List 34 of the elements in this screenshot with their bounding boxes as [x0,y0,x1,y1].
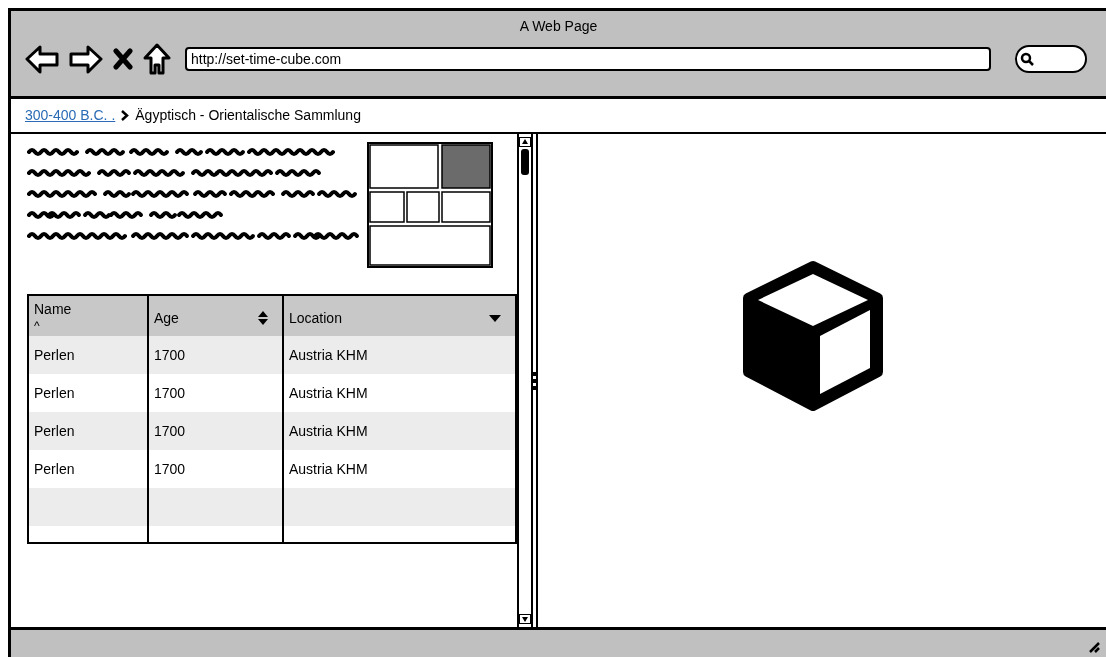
resize-grip-icon[interactable] [1088,641,1100,653]
address-field[interactable]: http://set-time-cube.com [185,47,991,71]
grip-icon[interactable] [533,371,536,390]
breadcrumb-current: Ägyptisch - Orientalische Sammlung [135,106,361,125]
sort-icon[interactable] [258,311,268,325]
table-cell-text: Austria KHM [289,421,368,441]
close-icon[interactable] [113,48,133,70]
table-cell-text: Austria KHM [289,345,368,365]
table-cell-text: 1700 [154,421,186,441]
scroll-up-icon[interactable] [519,137,531,147]
sort-caret[interactable]: ^ [34,320,40,332]
home-icon[interactable] [143,43,171,75]
table-cell-text: Perlen [34,421,75,441]
back-arrow-icon[interactable] [25,44,59,74]
table-cell-text: Austria KHM [289,459,368,479]
scroll-down-icon[interactable] [519,614,531,624]
dropdown-caret-icon[interactable] [489,314,501,322]
search-icon [1020,52,1034,66]
forward-arrow-icon[interactable] [69,44,103,74]
column-header[interactable]: Name ^ [29,296,147,336]
scroll-thumb[interactable] [521,149,529,175]
chevron-icon [121,110,130,121]
window-title: A Web Page [519,17,598,36]
table-cell-text: Perlen [34,383,75,403]
table-cell-text: Austria KHM [289,383,368,403]
breadcrumb-link[interactable]: 300-400 B.C. . [25,105,116,126]
table-cell-text: Perlen [34,345,75,365]
search-field[interactable] [1015,45,1087,73]
table-cell-text: 1700 [154,459,186,479]
table-cell-text: 1700 [154,345,186,365]
vertical-scrollbar[interactable] [517,134,533,627]
table-cell-text: Perlen [34,459,75,479]
table-cell-text: 1700 [154,383,186,403]
splitter-handle[interactable] [533,134,538,627]
